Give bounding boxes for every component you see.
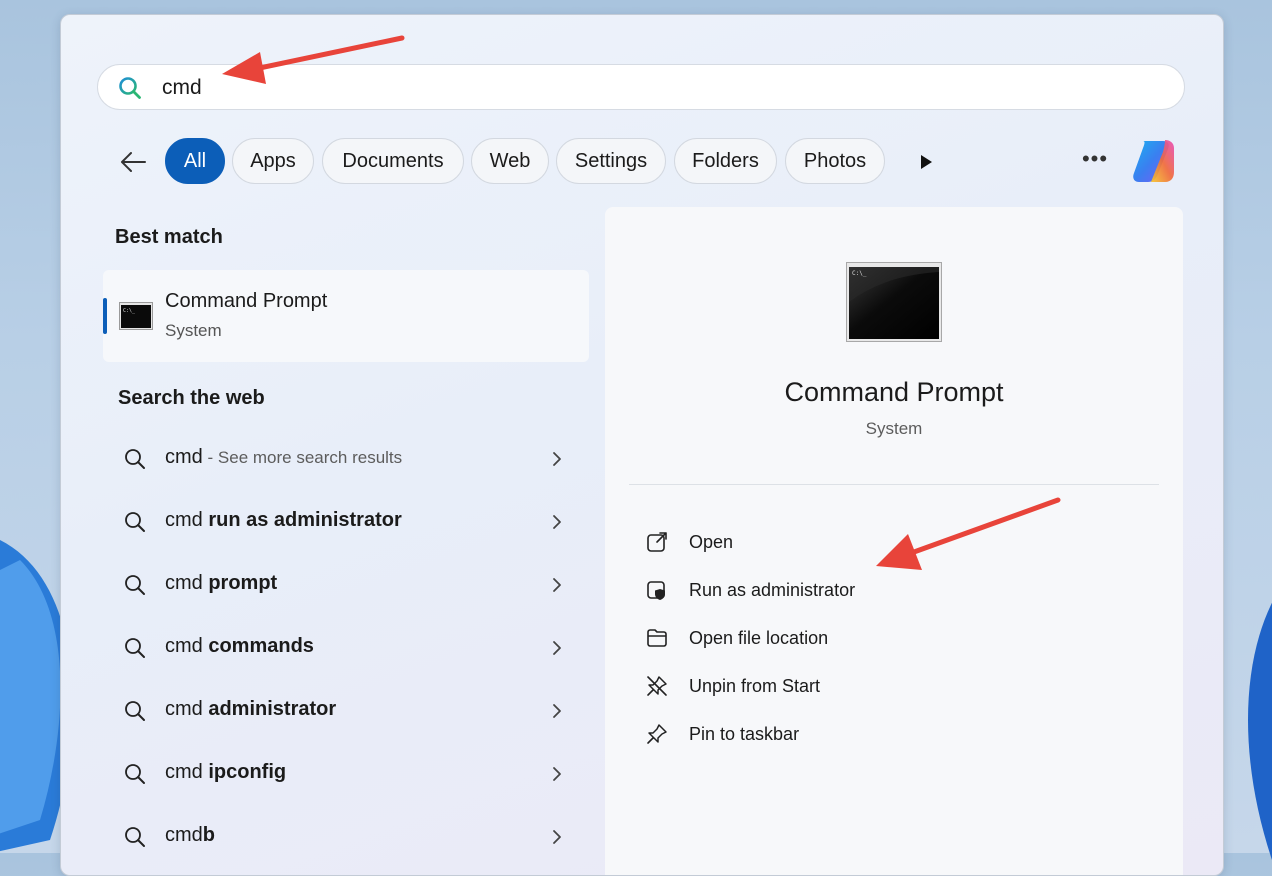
best-match-category: System	[165, 321, 222, 340]
search-icon	[125, 575, 145, 595]
search-icon	[125, 701, 145, 721]
action-label: Open file location	[689, 628, 829, 648]
chevron-right-icon	[553, 578, 561, 592]
web-search-item[interactable]: cmd commands	[119, 628, 565, 668]
search-web-heading: Search the web	[118, 387, 265, 409]
web-search-item[interactable]: cmd administrator	[119, 691, 565, 731]
more-filters-arrow-icon[interactable]	[916, 152, 936, 172]
chevron-right-icon	[553, 704, 561, 718]
action-label: Unpin from Start	[689, 676, 821, 696]
filter-chip-apps[interactable]: Apps	[232, 138, 314, 184]
unpin-icon	[647, 676, 667, 696]
search-icon	[125, 827, 145, 847]
filter-chip-all[interactable]: All	[165, 138, 225, 184]
filter-chip-photos[interactable]: Photos	[785, 138, 885, 184]
svg-text:C:\_: C:\_	[852, 270, 867, 277]
action-open-file-location[interactable]: Open file location	[645, 618, 1005, 658]
filter-chip-folders[interactable]: Folders	[674, 138, 777, 184]
back-arrow-icon[interactable]	[117, 146, 149, 178]
web-search-label: cmd commands	[165, 635, 314, 657]
action-run-as-administrator[interactable]: Run as administrator	[645, 570, 1005, 610]
action-label: Run as administrator	[689, 580, 856, 600]
search-icon	[125, 512, 145, 532]
copilot-icon[interactable]	[1129, 138, 1179, 184]
filter-chip-documents[interactable]: Documents	[322, 138, 464, 184]
web-search-label: cmdb	[165, 824, 216, 846]
web-search-label: cmd - See more search results	[165, 446, 403, 468]
pin-icon	[647, 724, 667, 744]
web-search-label: cmd run as administrator	[165, 509, 402, 531]
web-search-label: cmd ipconfig	[165, 761, 287, 783]
chevron-right-icon	[553, 641, 561, 655]
result-detail-pane: C:\_ Command Prompt System Open Run as a…	[605, 207, 1183, 875]
web-search-item[interactable]: cmd run as administrator	[119, 502, 565, 542]
chevron-right-icon	[553, 452, 561, 466]
action-open[interactable]: Open	[645, 522, 1005, 562]
action-unpin-from-start[interactable]: Unpin from Start	[645, 666, 1005, 706]
chevron-right-icon	[553, 830, 561, 844]
chevron-right-icon	[553, 767, 561, 781]
open-external-icon	[647, 532, 667, 552]
search-input[interactable]: cmd	[97, 64, 1185, 110]
search-icon	[125, 449, 145, 469]
search-icon	[119, 77, 141, 99]
detail-app-category: System	[865, 419, 923, 438]
detail-app-name: Command Prompt	[784, 377, 1004, 407]
web-search-item[interactable]: cmdb	[119, 817, 565, 857]
command-prompt-icon: C:\_	[119, 302, 153, 330]
shield-icon	[647, 581, 665, 600]
action-label: Open	[689, 532, 734, 552]
best-match-result[interactable]: C:\_ Command Prompt System	[103, 270, 589, 362]
more-options-button[interactable]: •••	[1079, 147, 1111, 177]
action-pin-to-taskbar[interactable]: Pin to taskbar	[645, 714, 1005, 754]
action-label: Pin to taskbar	[689, 724, 800, 744]
search-icon	[125, 638, 145, 658]
web-search-item[interactable]: cmd prompt	[119, 565, 565, 605]
chevron-right-icon	[553, 515, 561, 529]
selection-indicator	[103, 298, 107, 334]
start-search-panel: cmd All Apps Documents Web Settings Fold…	[60, 14, 1224, 876]
best-match-name: Command Prompt	[165, 290, 328, 312]
web-search-label: cmd prompt	[165, 572, 278, 594]
filter-chip-web[interactable]: Web	[471, 138, 549, 184]
filter-chip-settings[interactable]: Settings	[556, 138, 666, 184]
divider	[629, 484, 1159, 485]
command-prompt-icon: C:\_	[846, 262, 942, 342]
best-match-heading: Best match	[115, 226, 223, 248]
web-search-item[interactable]: cmd - See more search results	[119, 439, 565, 479]
folder-icon	[647, 629, 667, 647]
search-icon	[125, 764, 145, 784]
web-search-item[interactable]: cmd ipconfig	[119, 754, 565, 794]
svg-text:C:\_: C:\_	[123, 308, 136, 314]
search-query: cmd	[162, 76, 202, 99]
web-search-label: cmd administrator	[165, 698, 337, 720]
